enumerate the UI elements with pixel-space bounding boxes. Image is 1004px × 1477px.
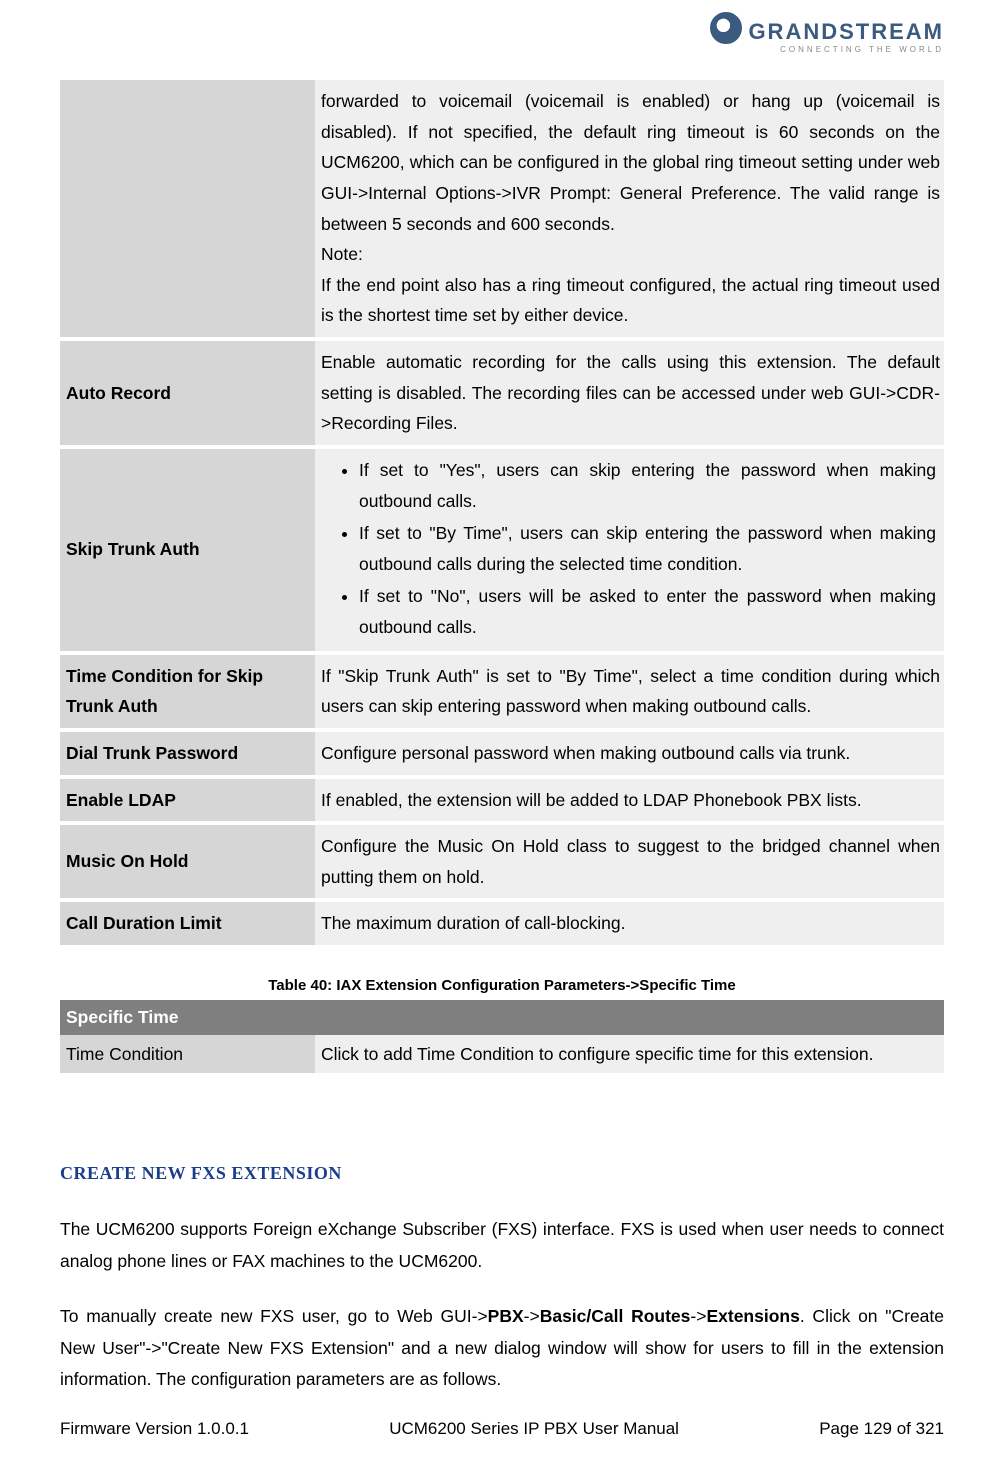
table-row: Skip Trunk Auth If set to "Yes", users c… [60,447,944,653]
text-span: -> [524,1306,540,1326]
param-label: Time Condition for Skip Trunk Auth [60,653,315,730]
bold-text: Basic/Call Routes [540,1306,691,1326]
text-span: -> [690,1306,706,1326]
table-row: Enable LDAP If enabled, the extension wi… [60,777,944,824]
table-row: Time Condition for Skip Trunk Auth If "S… [60,653,944,730]
param-desc: If set to "Yes", users can skip entering… [315,447,944,653]
parameter-table-1: forwarded to voicemail (voicemail is ena… [60,80,944,949]
bold-text: PBX [488,1306,524,1326]
parameter-table-2: Specific Time Time Condition Click to ad… [60,1000,944,1073]
param-label: Music On Hold [60,823,315,900]
page-content: forwarded to voicemail (voicemail is ena… [60,0,944,1396]
param-label: Skip Trunk Auth [60,447,315,653]
param-desc: forwarded to voicemail (voicemail is ena… [315,80,944,339]
body-paragraph: To manually create new FXS user, go to W… [60,1301,944,1396]
list-item: If set to "Yes", users can skip entering… [359,455,940,516]
list-item: If set to "No", users will be asked to e… [359,581,940,642]
table-row: forwarded to voicemail (voicemail is ena… [60,80,944,339]
footer-page: Page 129 of 321 [819,1419,944,1439]
brand-logo: GRANDSTREAM CONNECTING THE WORLD [710,12,944,54]
param-label [60,80,315,339]
param-label: Time Condition [60,1035,315,1074]
table-header-row: Specific Time [60,1000,944,1035]
param-desc: Click to add Time Condition to configure… [315,1035,944,1074]
bold-text: Extensions [706,1306,799,1326]
param-desc: The maximum duration of call-blocking. [315,900,944,947]
body-paragraph: The UCM6200 supports Foreign eXchange Su… [60,1214,944,1277]
param-label: Auto Record [60,339,315,447]
logo-brand-text: GRANDSTREAM [710,12,944,45]
param-label: Call Duration Limit [60,900,315,947]
page-footer: Firmware Version 1.0.0.1 UCM6200 Series … [60,1419,944,1439]
param-desc: If enabled, the extension will be added … [315,777,944,824]
table-row: Call Duration Limit The maximum duration… [60,900,944,947]
param-label: Enable LDAP [60,777,315,824]
section-heading: CREATE NEW FXS EXTENSION [60,1163,944,1184]
footer-version: Firmware Version 1.0.0.1 [60,1419,249,1439]
logo-tagline: CONNECTING THE WORLD [710,45,944,54]
param-desc: If "Skip Trunk Auth" is set to "By Time"… [315,653,944,730]
param-label: Dial Trunk Password [60,730,315,777]
param-desc: Configure the Music On Hold class to sug… [315,823,944,900]
table-header: Specific Time [60,1000,944,1035]
table-caption: Table 40: IAX Extension Configuration Pa… [60,977,944,994]
list-item: If set to "By Time", users can skip ente… [359,518,940,579]
bullet-list: If set to "Yes", users can skip entering… [321,455,940,643]
table-row: Dial Trunk Password Configure personal p… [60,730,944,777]
param-desc: Configure personal password when making … [315,730,944,777]
footer-title: UCM6200 Series IP PBX User Manual [389,1419,679,1439]
table-row: Music On Hold Configure the Music On Hol… [60,823,944,900]
table-row: Time Condition Click to add Time Conditi… [60,1035,944,1074]
text-span: To manually create new FXS user, go to W… [60,1306,488,1326]
param-desc: Enable automatic recording for the calls… [315,339,944,447]
table-row: Auto Record Enable automatic recording f… [60,339,944,447]
